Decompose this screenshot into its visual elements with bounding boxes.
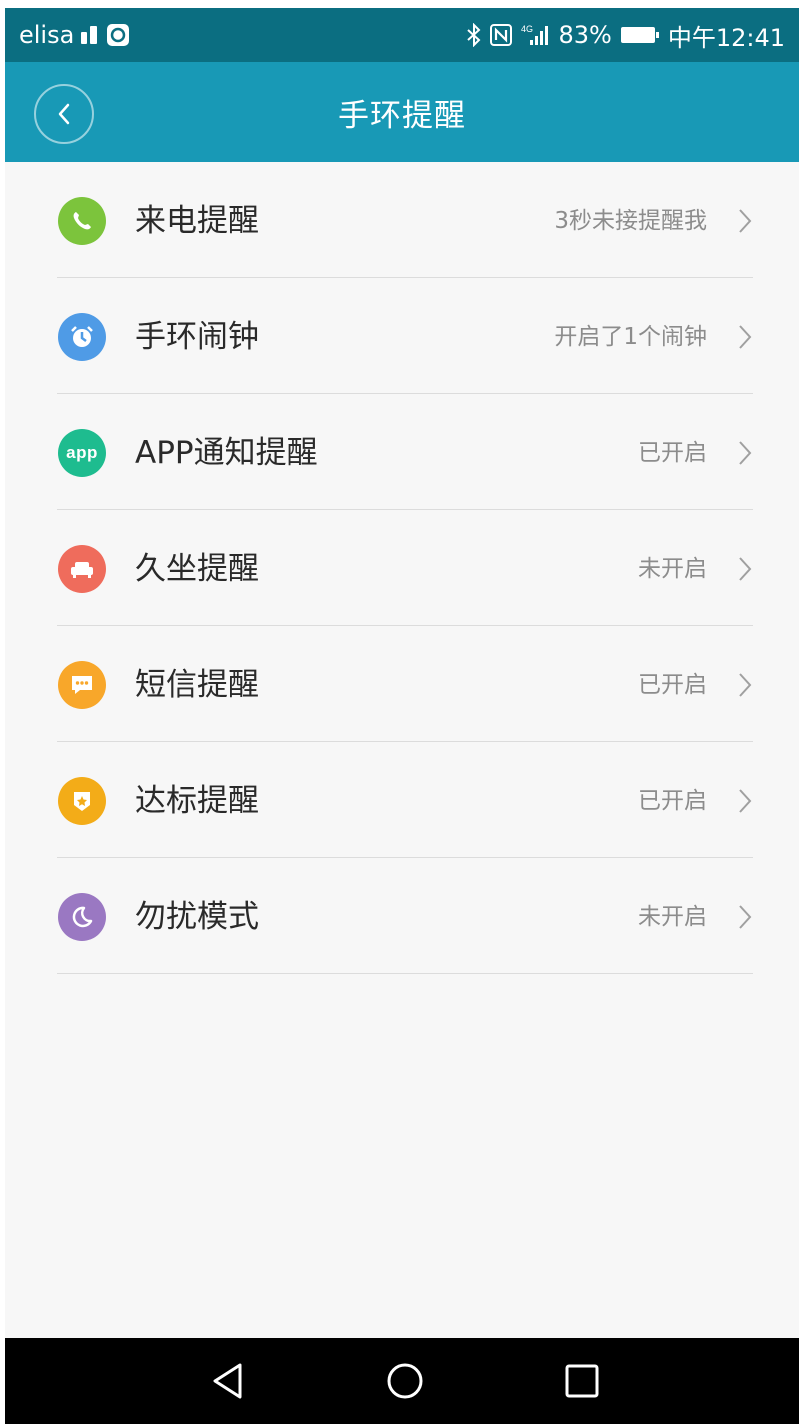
medal-icon [58, 777, 106, 825]
battery-icon [620, 25, 660, 45]
carrier-name: elisa [19, 21, 75, 49]
sim-signal-icon [80, 24, 100, 46]
reminder-list: 来电提醒 3秒未接提醒我 手环闹钟 开启了1个闹钟 app APP通知提醒 已开… [5, 162, 799, 974]
bluetooth-icon [466, 23, 482, 47]
divider [57, 973, 753, 974]
item-status: 已开启 [638, 788, 707, 814]
list-item-band-alarm[interactable]: 手环闹钟 开启了1个闹钟 [5, 278, 799, 394]
item-status: 已开启 [638, 440, 707, 466]
nfc-icon [490, 23, 513, 47]
svg-text:4G: 4G [521, 24, 533, 34]
nav-back-button[interactable] [206, 1359, 250, 1403]
back-button[interactable] [34, 84, 94, 144]
chevron-right-icon [735, 552, 755, 586]
message-icon [58, 661, 106, 709]
list-item-goal-reached[interactable]: 达标提醒 已开启 [5, 742, 799, 858]
moon-icon [58, 893, 106, 941]
item-label: 来电提醒 [135, 203, 259, 239]
header-bar: 手环提醒 [5, 62, 799, 162]
alarm-clock-icon [58, 313, 106, 361]
list-item-sms[interactable]: 短信提醒 已开启 [5, 626, 799, 742]
sofa-icon [58, 545, 106, 593]
chevron-right-icon [735, 320, 755, 354]
item-label: 短信提醒 [135, 667, 259, 703]
screen: elisa 4G 83% 中午12:41 手环提醒 来电提醒 3秒未接提醒我 手… [5, 8, 799, 1424]
item-label: 久坐提醒 [135, 551, 259, 587]
battery-percent: 83% [558, 21, 612, 49]
item-label: APP通知提醒 [135, 435, 318, 471]
chevron-right-icon [735, 204, 755, 238]
chevron-right-icon [735, 668, 755, 702]
item-label: 勿扰模式 [135, 899, 259, 935]
system-nav-bar [5, 1338, 799, 1424]
chevron-right-icon [735, 436, 755, 470]
square-recents-icon [563, 1362, 601, 1400]
list-item-sedentary[interactable]: 久坐提醒 未开启 [5, 510, 799, 626]
status-bar: elisa 4G 83% 中午12:41 [5, 8, 799, 62]
list-item-do-not-disturb[interactable]: 勿扰模式 未开启 [5, 858, 799, 974]
item-label: 达标提醒 [135, 783, 259, 819]
nav-recents-button[interactable] [560, 1359, 604, 1403]
item-status: 3秒未接提醒我 [554, 208, 707, 234]
chevron-right-icon [735, 900, 755, 934]
triangle-back-icon [210, 1361, 246, 1401]
app-icon-text: app [66, 443, 98, 462]
cellular-signal-icon: 4G [520, 23, 550, 47]
list-item-incoming-call[interactable]: 来电提醒 3秒未接提醒我 [5, 162, 799, 278]
chevron-right-icon [735, 784, 755, 818]
item-status: 未开启 [638, 904, 707, 930]
app-icon: app [58, 429, 106, 477]
list-item-app-notification[interactable]: app APP通知提醒 已开启 [5, 394, 799, 510]
app-notification-icon [106, 23, 130, 47]
circle-home-icon [385, 1361, 425, 1401]
item-label: 手环闹钟 [135, 319, 259, 355]
phone-icon [58, 197, 106, 245]
item-status: 已开启 [638, 672, 707, 698]
page-title: 手环提醒 [338, 97, 466, 134]
clock: 中午12:41 [667, 23, 785, 52]
item-status: 未开启 [638, 556, 707, 582]
chevron-left-icon [56, 102, 72, 126]
nav-home-button[interactable] [383, 1359, 427, 1403]
item-status: 开启了1个闹钟 [554, 324, 707, 350]
